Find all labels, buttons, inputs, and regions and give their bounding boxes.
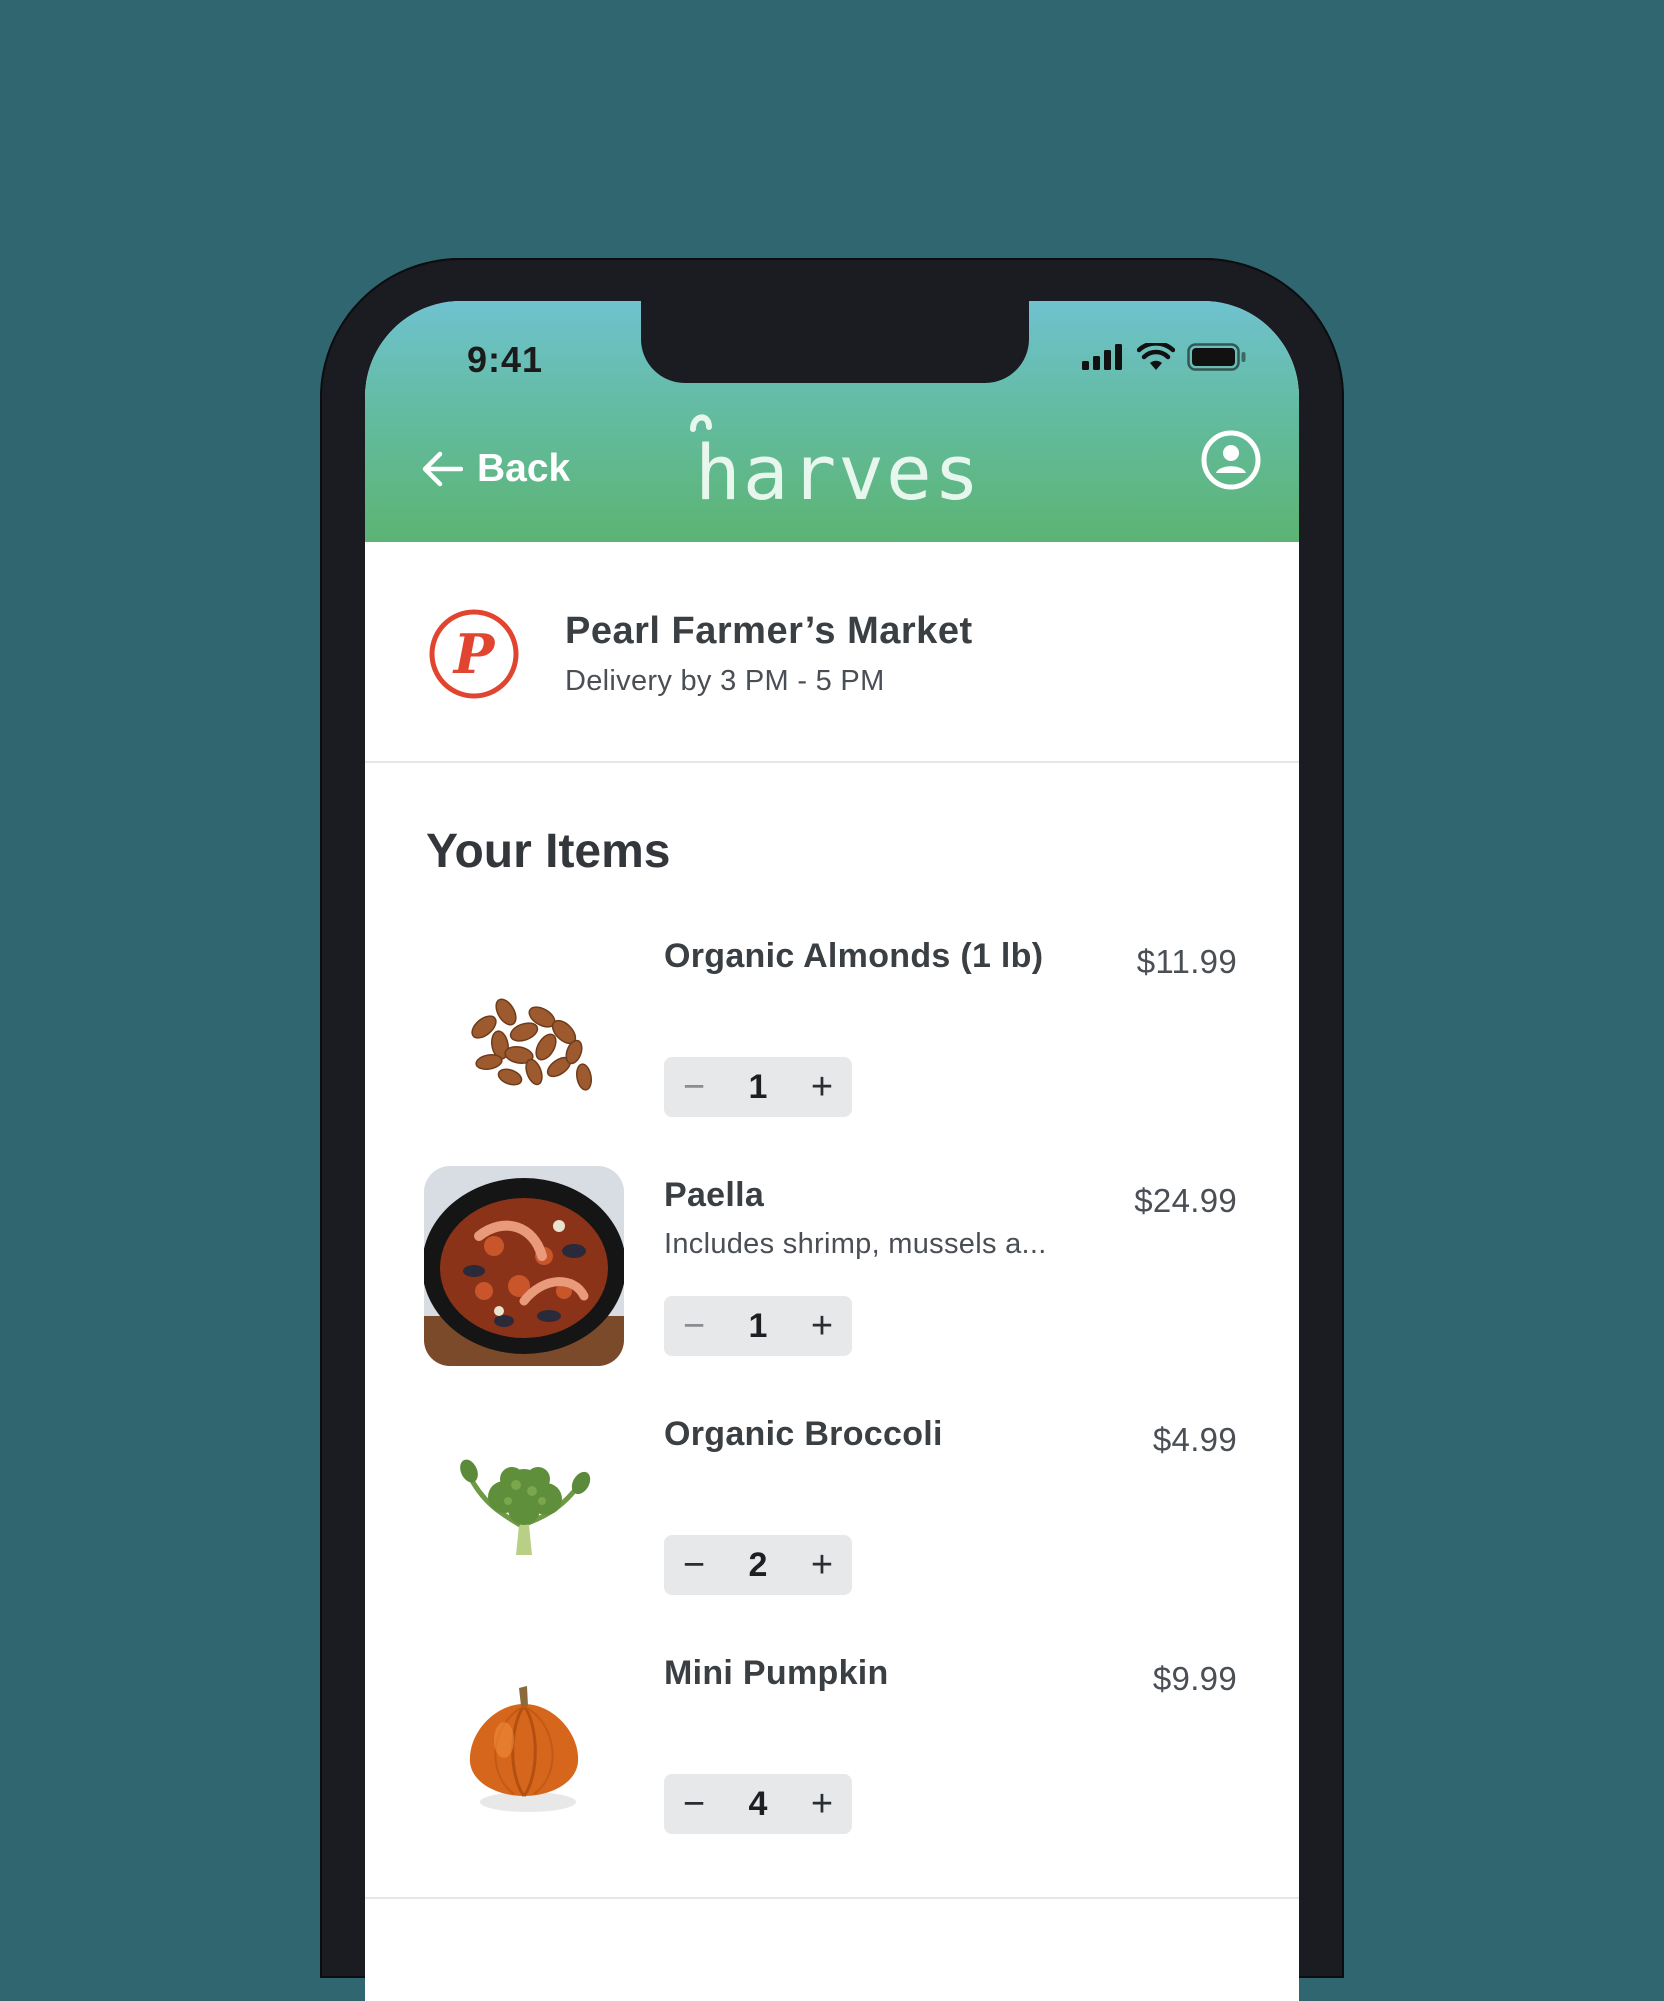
minus-icon: −: [682, 1783, 706, 1825]
decrease-button[interactable]: −: [664, 1057, 724, 1117]
harvest-wordmark: harvest: [690, 414, 1027, 517]
app-screen: 9:41 Back harves P Pearl Farmer’s Market…: [365, 301, 1299, 2001]
item-name: Organic Broccoli: [664, 1415, 943, 1453]
item-description: Includes shrimp, mussels a...: [664, 1228, 1047, 1260]
increase-button[interactable]: +: [792, 1535, 852, 1595]
item-price: $9.99: [1152, 1660, 1237, 1697]
cart-item: Paella Includes shrimp, mussels a... $24…: [365, 1166, 1299, 1386]
item-image-almonds: [424, 927, 624, 1127]
quantity-stepper: − 1 +: [664, 1057, 852, 1117]
cart-item: Organic Broccoli $4.99 − 2 +: [365, 1405, 1299, 1625]
cell-signal-icon: [1082, 344, 1122, 370]
plus-icon: +: [810, 1544, 834, 1586]
decrease-button[interactable]: −: [664, 1774, 724, 1834]
item-price: $4.99: [1152, 1421, 1237, 1458]
quantity-value: 1: [748, 1306, 768, 1345]
status-icons: [1081, 343, 1247, 371]
section-title: Your Items: [426, 825, 671, 878]
quantity-stepper: − 1 +: [664, 1296, 852, 1356]
quantity-value: 4: [748, 1784, 768, 1823]
decrease-button[interactable]: −: [664, 1296, 724, 1356]
item-image-pumpkin: [424, 1644, 624, 1844]
plus-icon: +: [810, 1783, 834, 1825]
plus-icon: +: [810, 1066, 834, 1108]
minus-icon: −: [682, 1066, 706, 1108]
back-label: Back: [477, 447, 571, 490]
divider: [365, 1897, 1299, 1899]
cart-item: Organic Almonds (1 lb) $11.99 − 1 +: [365, 927, 1299, 1147]
wifi-icon: [1137, 343, 1175, 370]
user-circle-icon: [1201, 430, 1261, 490]
arrow-left-icon: [422, 451, 463, 487]
profile-button[interactable]: [1200, 429, 1262, 496]
quantity-stepper: − 2 +: [664, 1535, 852, 1595]
decrease-button[interactable]: −: [664, 1535, 724, 1595]
store-card[interactable]: P Pearl Farmer’s Market Delivery by 3 PM…: [365, 542, 1299, 763]
store-name: Pearl Farmer’s Market: [565, 610, 973, 652]
battery-icon: [1187, 343, 1246, 371]
item-image-paella: [424, 1166, 624, 1366]
store-logo-badge: P: [429, 609, 519, 699]
item-name: Mini Pumpkin: [664, 1654, 889, 1692]
increase-button[interactable]: +: [792, 1296, 852, 1356]
app-header: 9:41 Back harves: [365, 301, 1299, 542]
plus-icon: +: [810, 1305, 834, 1347]
device-notch: [641, 301, 1029, 383]
cart-item: Mini Pumpkin $9.99 − 4 +: [365, 1644, 1299, 1864]
item-name: Paella: [664, 1176, 765, 1214]
status-time: 9:41: [467, 339, 544, 380]
brand-logo: harvest: [683, 409, 1027, 517]
quantity-value: 1: [748, 1067, 768, 1106]
item-price: $24.99: [1134, 1182, 1237, 1219]
increase-button[interactable]: +: [792, 1774, 852, 1834]
minus-icon: −: [682, 1305, 706, 1347]
item-name: Organic Almonds (1 lb): [664, 937, 1044, 975]
item-image-broccoli: [424, 1405, 624, 1605]
increase-button[interactable]: +: [792, 1057, 852, 1117]
minus-icon: −: [682, 1544, 706, 1586]
delivery-window: Delivery by 3 PM - 5 PM: [565, 665, 885, 697]
brand-text: harvest: [695, 428, 983, 509]
phone-frame: 9:41 Back harves P Pearl Farmer’s Market…: [320, 258, 1344, 2001]
svg-text:P: P: [452, 622, 496, 686]
item-price: $11.99: [1136, 943, 1237, 980]
quantity-stepper: − 4 +: [664, 1774, 852, 1834]
quantity-value: 2: [748, 1545, 768, 1584]
back-button[interactable]: Back: [421, 447, 570, 491]
store-logo: P: [427, 607, 521, 706]
